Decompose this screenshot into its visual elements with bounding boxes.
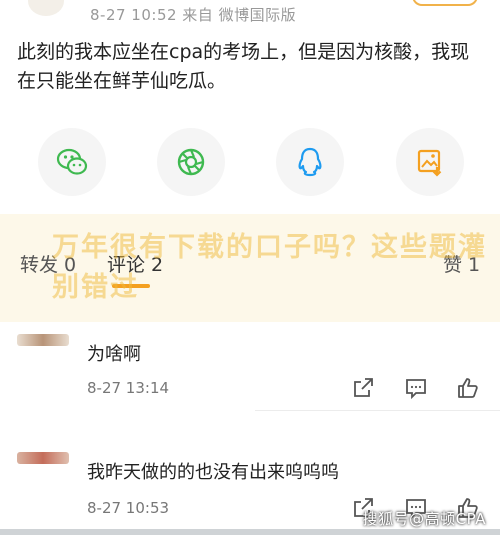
share-qq-button[interactable] (276, 128, 344, 196)
share-moments-button[interactable] (157, 128, 225, 196)
author-avatar[interactable] (28, 0, 64, 16)
save-image-button[interactable] (396, 128, 464, 196)
thumbs-up-icon (458, 378, 478, 398)
post-text: 此刻的我本应坐在cpa的考场上，但是因为核酸，我现在只能坐在鲜芋仙吃瓜。 (17, 41, 470, 92)
avatar[interactable] (17, 334, 69, 346)
follow-button[interactable] (412, 0, 478, 6)
divider (255, 410, 500, 411)
save-image-icon (417, 149, 442, 177)
comment-time: 8-27 13:14 (87, 379, 170, 397)
tab-bar: 转发 0 评论 2 赞 1 (0, 214, 500, 314)
avatar[interactable] (17, 452, 69, 464)
share-row (0, 128, 500, 198)
comment-share-button[interactable] (351, 376, 375, 400)
comment-time: 8-27 10:53 (87, 499, 170, 517)
moments-icon (177, 148, 205, 176)
comment-text: 我昨天做的的也没有出来呜呜呜 (87, 462, 339, 483)
tab-comment[interactable]: 评论 2 (107, 250, 163, 277)
comment-like-button[interactable] (456, 376, 480, 400)
watermark: 搜狐号@高顿CPA (362, 510, 486, 528)
tab-active-indicator (112, 284, 150, 288)
share-wechat-button[interactable] (38, 128, 106, 196)
post-meta: 8-27 10:52 来自 微博国际版 (90, 6, 297, 24)
share-icon (354, 378, 373, 397)
comment-reply-button[interactable] (404, 376, 428, 400)
comment-text: 为啥啊 (87, 344, 141, 365)
wechat-icon (56, 148, 88, 175)
tab-like[interactable]: 赞 1 (443, 250, 480, 277)
comment-icon (406, 379, 426, 400)
bottom-strip (0, 529, 500, 535)
qq-icon (298, 147, 322, 177)
tab-repost[interactable]: 转发 0 (20, 250, 76, 277)
